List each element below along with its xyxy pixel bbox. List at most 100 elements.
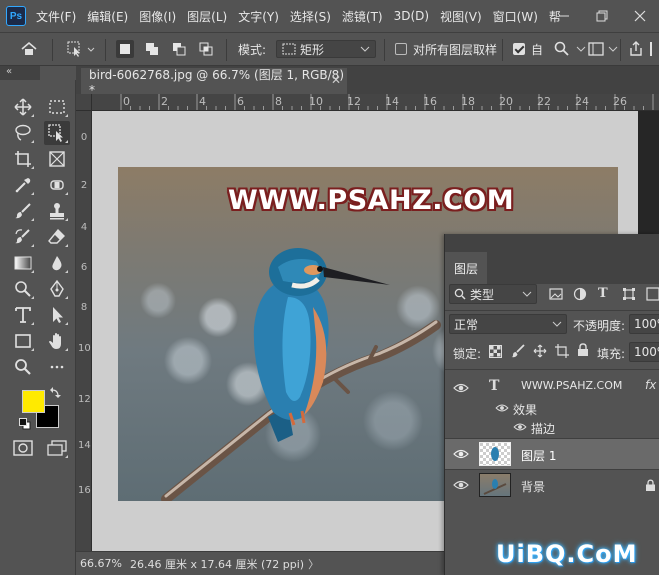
lock-all-button[interactable] bbox=[577, 343, 589, 360]
crop-icon bbox=[15, 151, 31, 167]
brush-icon bbox=[15, 203, 31, 219]
visibility-eye-icon[interactable] bbox=[453, 382, 469, 394]
selection-mode-intersect[interactable] bbox=[197, 33, 215, 65]
layer-row-layer1[interactable]: 图层 1 bbox=[445, 438, 659, 469]
fill-input[interactable]: 100% bbox=[629, 342, 659, 362]
menu-edit[interactable]: 编辑(E) bbox=[87, 8, 128, 25]
collapse-panels-button[interactable]: « bbox=[0, 66, 40, 80]
menu-file[interactable]: 文件(F) bbox=[36, 8, 76, 25]
menu-image[interactable]: 图像(I) bbox=[139, 8, 176, 25]
sample-all-layers-checkbox[interactable]: 对所有图层取样 bbox=[395, 33, 497, 65]
visibility-eye-icon[interactable] bbox=[495, 403, 509, 413]
screen-mode-button[interactable] bbox=[44, 436, 70, 460]
menu-window[interactable]: 窗口(W) bbox=[493, 8, 538, 25]
brush-tool[interactable] bbox=[10, 199, 36, 223]
layers-panel: 图层 类型 T 正常 不透明度: 100% 锁定: bbox=[444, 234, 659, 575]
path-selection-tool[interactable] bbox=[44, 303, 70, 327]
menu-select[interactable]: 选择(S) bbox=[290, 8, 331, 25]
ruler-label: 14 bbox=[78, 440, 91, 451]
move-tool[interactable] bbox=[10, 95, 36, 119]
layers-tab[interactable]: 图层 bbox=[445, 252, 487, 284]
opacity-input[interactable]: 100% bbox=[629, 314, 659, 334]
rectangle-tool[interactable] bbox=[10, 329, 36, 353]
blend-mode-select[interactable]: 正常 bbox=[449, 314, 567, 334]
stroke-effect-row[interactable]: 描边 bbox=[445, 418, 659, 438]
status-menu-arrow[interactable]: 〉 bbox=[308, 556, 319, 572]
workspace-button[interactable] bbox=[588, 33, 604, 65]
eyedropper-tool[interactable] bbox=[10, 173, 36, 197]
zoom-tool[interactable] bbox=[10, 355, 36, 379]
menu-type[interactable]: 文字(Y) bbox=[238, 8, 279, 25]
home-icon bbox=[21, 41, 37, 55]
selection-mode-new[interactable] bbox=[116, 33, 134, 65]
filter-smart-object-button[interactable] bbox=[646, 287, 659, 304]
menu-filter[interactable]: 滤镜(T) bbox=[342, 8, 383, 25]
home-button[interactable] bbox=[20, 33, 38, 65]
visibility-eye-icon[interactable] bbox=[513, 422, 527, 432]
visibility-eye-icon[interactable] bbox=[453, 479, 469, 491]
foreground-color-swatch[interactable] bbox=[22, 390, 45, 413]
minimize-button[interactable] bbox=[545, 0, 583, 32]
blur-tool[interactable] bbox=[44, 251, 70, 275]
rectangular-marquee-tool[interactable] bbox=[44, 95, 70, 119]
search-dropdown[interactable] bbox=[576, 33, 586, 65]
history-brush-tool[interactable] bbox=[10, 225, 36, 249]
mode-select[interactable]: 矩形 bbox=[276, 40, 376, 58]
tool-preset-picker[interactable] bbox=[66, 33, 96, 65]
lock-position-button[interactable] bbox=[533, 344, 547, 361]
object-selection-tool[interactable] bbox=[44, 121, 70, 145]
document-tab[interactable]: bird-6062768.jpg @ 66.7% (图层 1, RGB/8) *… bbox=[81, 68, 347, 97]
crop-tool[interactable] bbox=[10, 147, 36, 171]
filter-pixel-button[interactable] bbox=[549, 287, 563, 304]
edit-toolbar-button[interactable] bbox=[44, 355, 70, 379]
filter-adjustment-button[interactable] bbox=[573, 287, 587, 304]
type-tool[interactable] bbox=[10, 303, 36, 327]
type-filter-icon: T bbox=[598, 286, 608, 301]
pen-tool[interactable] bbox=[44, 277, 70, 301]
sample-all-layers-check[interactable] bbox=[395, 43, 407, 55]
layer-row-background[interactable]: 背景 bbox=[445, 469, 659, 500]
swap-colors-button[interactable] bbox=[50, 386, 62, 401]
maximize-button[interactable] bbox=[583, 0, 621, 32]
close-document-button[interactable]: ✕ bbox=[331, 73, 341, 87]
filter-shape-button[interactable] bbox=[622, 287, 636, 304]
menu-layer[interactable]: 图层(L) bbox=[187, 8, 227, 25]
add-selection-icon bbox=[146, 43, 158, 55]
dodge-tool[interactable] bbox=[10, 277, 36, 301]
horizontal-ruler[interactable]: 0 2 4 6 8 10 12 14 16 18 20 22 24 26 bbox=[92, 94, 659, 111]
menu-3d[interactable]: 3D(D) bbox=[394, 9, 429, 23]
filter-type-button[interactable]: T bbox=[598, 286, 608, 301]
frame-tool[interactable] bbox=[44, 147, 70, 171]
effects-row[interactable]: 效果 bbox=[445, 399, 659, 419]
vertical-ruler[interactable]: 0 2 4 6 8 10 12 14 16 bbox=[76, 111, 92, 551]
effects-label: 效果 bbox=[513, 403, 538, 417]
selection-mode-subtract[interactable] bbox=[170, 33, 188, 65]
share-button[interactable] bbox=[628, 33, 644, 65]
clone-stamp-tool[interactable] bbox=[44, 199, 70, 223]
gradient-tool[interactable] bbox=[10, 251, 36, 275]
lasso-tool[interactable] bbox=[10, 121, 36, 145]
layer-effects-badge[interactable]: fx bbox=[645, 378, 656, 392]
selection-mode-add[interactable] bbox=[143, 33, 161, 65]
lock-image-pixels-button[interactable] bbox=[511, 344, 525, 361]
menu-view[interactable]: 视图(V) bbox=[440, 8, 482, 25]
eraser-tool[interactable] bbox=[44, 225, 70, 249]
visibility-eye-icon[interactable] bbox=[453, 448, 469, 460]
zoom-level[interactable]: 66.67% bbox=[80, 557, 128, 570]
default-colors-button[interactable] bbox=[19, 418, 31, 433]
spot-healing-tool[interactable] bbox=[44, 173, 70, 197]
zoom-search-button[interactable] bbox=[554, 33, 570, 65]
layer-filter-kind-select[interactable]: 类型 bbox=[449, 284, 537, 304]
lock-transparent-button[interactable] bbox=[489, 345, 502, 361]
close-window-button[interactable] bbox=[621, 0, 659, 32]
auto-checkbox[interactable]: 自 bbox=[513, 33, 543, 65]
fill-label: 填充: bbox=[597, 347, 626, 361]
ruler-origin[interactable] bbox=[76, 94, 92, 111]
quick-mask-button[interactable] bbox=[10, 436, 36, 460]
ruler-label: 6 bbox=[80, 262, 88, 273]
lock-artboard-button[interactable] bbox=[555, 344, 569, 361]
workspace-dropdown[interactable] bbox=[608, 33, 618, 65]
auto-check[interactable] bbox=[513, 43, 525, 55]
watermark-text-layer: WWW.PSAHZ.COM bbox=[228, 185, 515, 216]
hand-tool[interactable] bbox=[44, 329, 70, 353]
